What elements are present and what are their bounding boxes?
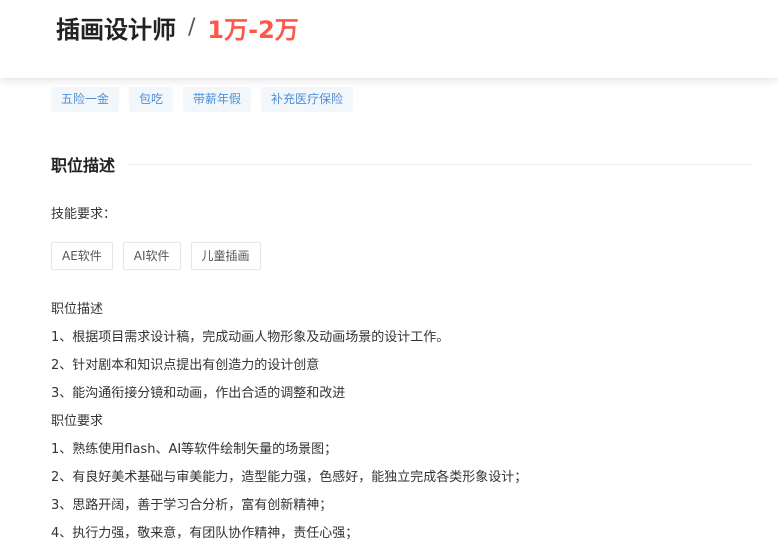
description-line: 职位要求 [51,414,104,429]
job-title: 插画设计师 [56,15,176,44]
skill-tag: 儿童插画 [190,242,261,270]
skill-tag: AI软件 [122,242,181,270]
benefit-tag: 带薪年假 [183,87,252,112]
description-line: 3、能沟通衔接分镜和动画，作出合适的调整和改进 [51,386,346,401]
benefit-tag: 补充医疗保险 [261,87,354,112]
job-description: 职位描述 1、根据项目需求设计稿，完成动画人物形象及动画场景的设计工作。 2、针… [51,296,751,548]
title-separator: / [188,14,196,40]
title-row: 插画设计师 / 1万-2万 [56,10,299,44]
salary-range: 1万-2万 [207,15,299,44]
description-line: 2、针对剧本和知识点提出有创造力的设计创意 [51,358,320,373]
benefit-tag: 包吃 [129,87,174,112]
section-divider [129,163,751,165]
skill-tags: AE软件 AI软件 儿童插画 [51,242,261,270]
section-title: 职位描述 [51,156,116,175]
description-line: 4、执行力强，敬来意，有团队协作精神，责任心强； [51,526,359,541]
skill-tag: AE软件 [51,242,113,270]
description-line: 3、思路开阔，善于学习合分析，富有创新精神； [51,498,333,513]
benefit-tag: 五险一金 [51,87,120,112]
description-line: 1、熟练使用flash、AI等软件绘制矢量的场景图； [51,442,338,457]
description-line: 2、有良好美术基础与审美能力，造型能力强，色感好，能独立完成各类形象设计； [51,470,528,485]
section-header: 职位描述 [51,152,751,176]
description-line: 1、根据项目需求设计稿，完成动画人物形象及动画场景的设计工作。 [51,330,450,345]
job-header: 插画设计师 / 1万-2万 [0,0,778,78]
benefit-tags: 五险一金 包吃 带薪年假 补充医疗保险 [51,87,354,112]
description-line: 职位描述 [51,302,104,317]
skills-label: 技能要求： [51,207,117,222]
